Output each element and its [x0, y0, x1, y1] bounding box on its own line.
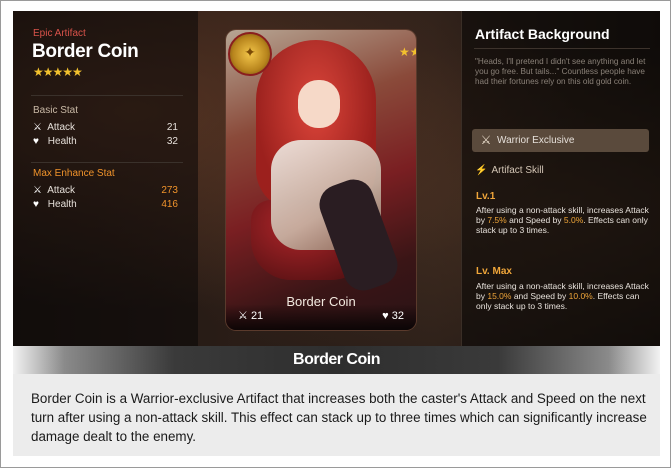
sword-icon: ⚔ [33, 185, 42, 196]
artifact-info-panel: Epic Artifact Border Coin ★★★★★ Basic St… [13, 11, 198, 346]
max-health-stat: ♥ Health 416 [33, 199, 178, 210]
stat-label: Health [47, 136, 77, 147]
basic-attack-stat: ⚔ Attack 21 [33, 122, 178, 133]
card-star-rating: ★★★★★ [399, 45, 416, 59]
background-quote: "Heads, I'll pretend I didn't see anythi… [475, 57, 646, 86]
caption-box: Border Coin is a Warrior-exclusive Artif… [13, 374, 660, 456]
level-1-label: Lv.1 [476, 191, 496, 202]
figure-frame: Epic Artifact Border Coin ★★★★★ Basic St… [0, 0, 671, 468]
card-health-value: 32 [391, 310, 404, 322]
caption-title-bar: Border Coin [13, 346, 660, 374]
basic-health-stat: ♥ Health 32 [33, 136, 178, 147]
caption-title: Border Coin [293, 351, 380, 368]
game-screen: Epic Artifact Border Coin ★★★★★ Basic St… [13, 11, 660, 346]
artifact-name: Border Coin [32, 41, 139, 62]
stat-label: Health [47, 199, 77, 210]
card-attack: ⚔ 21 [238, 309, 263, 322]
artifact-skill-title: ⚡ Artifact Skill [475, 165, 544, 176]
card-health: ♥ 32 [382, 310, 404, 322]
heart-icon: ♥ [33, 136, 39, 147]
sword-icon: ⚔ [33, 122, 42, 133]
stat-value: 273 [161, 185, 178, 196]
caption-text: Border Coin is a Warrior-exclusive Artif… [31, 391, 647, 444]
rarity-label: Epic Artifact [33, 28, 86, 39]
basic-stat-title: Basic Stat [33, 105, 79, 116]
heart-icon: ♥ [382, 310, 389, 322]
stat-label: Attack [47, 185, 76, 196]
character-art-face [298, 80, 340, 128]
artifact-card[interactable]: ✦ ★★★★★ Border Coin ⚔ 21 ♥ 32 [226, 30, 416, 330]
level-max-label: Lv. Max [476, 266, 512, 277]
stat-value: 416 [161, 199, 178, 210]
divider [31, 95, 183, 96]
lightning-icon: ⚡ [475, 165, 488, 176]
max-stat-title: Max Enhance Stat [33, 168, 115, 179]
crossed-swords-icon: ⚔ [480, 133, 492, 147]
exclusive-label: Warrior Exclusive [497, 135, 575, 146]
max-attack-stat: ⚔ Attack 273 [33, 185, 178, 196]
coin-emblem-icon: ✦ [228, 32, 272, 76]
card-title: Border Coin [286, 294, 356, 309]
stat-value: 32 [166, 136, 178, 147]
star-rating: ★★★★★ [33, 65, 83, 79]
divider [474, 48, 650, 49]
level-1-description: After using a non-attack skill, increase… [476, 205, 649, 236]
background-title: Artifact Background [475, 26, 610, 42]
level-max-description: After using a non-attack skill, increase… [476, 281, 649, 312]
heart-icon: ♥ [33, 199, 39, 210]
stat-label: Attack [47, 122, 76, 133]
sword-icon: ⚔ [238, 310, 248, 322]
card-attack-value: 21 [250, 310, 264, 322]
warrior-exclusive-badge: ⚔ Warrior Exclusive [472, 129, 649, 152]
stat-value: 21 [166, 122, 178, 133]
divider [31, 162, 183, 163]
artifact-background-panel: Artifact Background "Heads, I'll pretend… [461, 11, 660, 346]
